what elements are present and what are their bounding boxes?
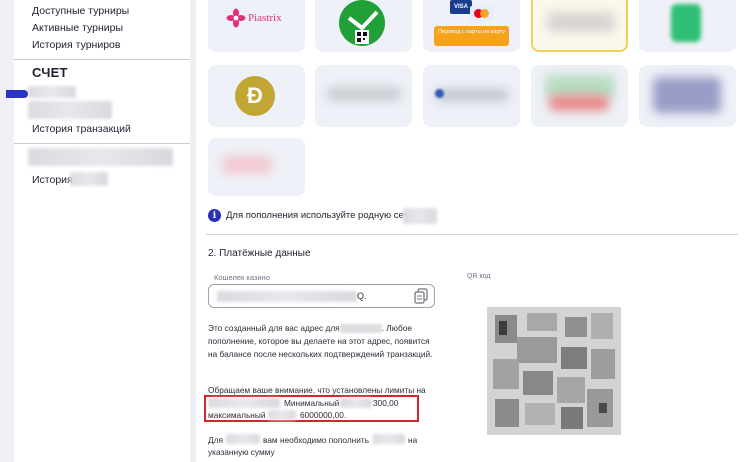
sidebar-item-history-redacted bbox=[70, 172, 108, 186]
redacted-logo bbox=[327, 87, 401, 101]
sidebar-section-title: СЧЕТ bbox=[32, 65, 68, 80]
network-info-text: Для пополнения используйте родную сеть bbox=[226, 210, 413, 221]
sidebar-item-history-label: История bbox=[32, 174, 73, 186]
info-icon: i bbox=[208, 209, 221, 222]
min-currency-redacted bbox=[340, 398, 372, 408]
min-label: Минимальный bbox=[284, 398, 340, 408]
active-item-marker bbox=[6, 90, 28, 98]
currency-redacted bbox=[339, 324, 382, 334]
sidebar-item-redacted-3[interactable] bbox=[28, 148, 173, 166]
redacted-logo-dot bbox=[435, 89, 444, 98]
sidebar-item-tournament-history[interactable]: История турниров bbox=[32, 39, 120, 51]
payment-tile-dogecoin[interactable]: Đ bbox=[208, 65, 305, 127]
payment-details-heading: 2. Платёжные данные bbox=[208, 248, 311, 259]
max-currency-redacted bbox=[268, 410, 296, 420]
sidebar: Доступные турниры Активные турниры Истор… bbox=[14, 0, 190, 462]
sidebar-item-active-tournaments[interactable]: Активные турниры bbox=[32, 22, 123, 34]
dogecoin-icon: Đ bbox=[235, 76, 275, 116]
need-line2: указанную сумму bbox=[208, 447, 275, 457]
piastrix-label: Piastrix bbox=[248, 12, 282, 24]
need-amount-redacted bbox=[373, 434, 405, 444]
sidebar-item-transaction-history[interactable]: История транзакций bbox=[32, 123, 131, 135]
payment-tile-sberbank[interactable] bbox=[315, 0, 412, 52]
network-info: i Для пополнения используйте родную сеть bbox=[208, 209, 413, 222]
need-currency-redacted bbox=[226, 434, 260, 444]
limits-currency-redacted bbox=[208, 398, 280, 408]
sidebar-item-redacted-2[interactable] bbox=[28, 101, 112, 119]
qr-label: QR код bbox=[467, 273, 491, 280]
redacted-logo bbox=[549, 95, 609, 111]
payment-tile-blurred-4[interactable] bbox=[639, 65, 736, 127]
copy-icon[interactable] bbox=[414, 288, 428, 304]
redacted-logo bbox=[653, 77, 721, 113]
piastrix-flower-icon bbox=[226, 8, 246, 28]
mastercard-icon bbox=[470, 6, 494, 21]
need-prefix: Для bbox=[208, 435, 223, 445]
need-middle: вам необходимо пополнить bbox=[263, 435, 370, 445]
min-value: 300,00 bbox=[373, 398, 399, 408]
wallet-address-redacted bbox=[217, 291, 357, 302]
payment-tile-green[interactable] bbox=[639, 0, 736, 52]
payment-tile-blurred-5[interactable] bbox=[208, 138, 305, 196]
main-panel: Piastrix VISA Перевод с карты на карту Đ bbox=[196, 0, 750, 462]
sberbank-logo-icon bbox=[339, 0, 385, 46]
payment-tile-blurred-1[interactable] bbox=[315, 65, 412, 127]
redacted-logo bbox=[671, 4, 701, 42]
redacted-logo bbox=[547, 12, 615, 32]
payment-tile-blurred-3[interactable] bbox=[531, 65, 628, 127]
sidebar-item-redacted-1[interactable] bbox=[28, 86, 76, 98]
wallet-label: Кошелек казино bbox=[214, 273, 270, 282]
max-value: 6000000,00. bbox=[300, 410, 347, 420]
visa-card-icon: VISA bbox=[450, 0, 472, 14]
max-label: максимальный bbox=[208, 410, 266, 420]
sidebar-divider bbox=[14, 59, 190, 60]
payment-tile-piastrix[interactable]: Piastrix bbox=[208, 0, 305, 52]
qr-code bbox=[487, 307, 621, 435]
sidebar-divider bbox=[14, 143, 190, 144]
payment-tile-card-transfer[interactable]: VISA Перевод с карты на карту bbox=[423, 0, 520, 52]
network-name-redacted bbox=[403, 208, 437, 224]
wallet-address-tail: Q. bbox=[357, 291, 367, 301]
need-suffix: на bbox=[408, 435, 418, 445]
sidebar-item-history[interactable]: История bbox=[32, 174, 73, 186]
address-note-start: Это созданный для вас адрес для bbox=[208, 323, 340, 333]
section-divider bbox=[206, 234, 738, 235]
payment-tile-blurred-2[interactable] bbox=[423, 65, 520, 127]
card-transfer-badge: Перевод с карты на карту bbox=[434, 26, 509, 46]
wallet-address-field[interactable]: Q. bbox=[208, 284, 435, 308]
address-note: Это созданный для вас адрес для. Любое п… bbox=[208, 322, 436, 360]
payment-tile-selected[interactable] bbox=[531, 0, 628, 52]
qr-code-pixelated bbox=[487, 307, 621, 435]
redacted-logo bbox=[222, 156, 272, 174]
sidebar-item-available-tournaments[interactable]: Доступные турниры bbox=[32, 5, 129, 17]
redacted-logo bbox=[435, 89, 509, 101]
